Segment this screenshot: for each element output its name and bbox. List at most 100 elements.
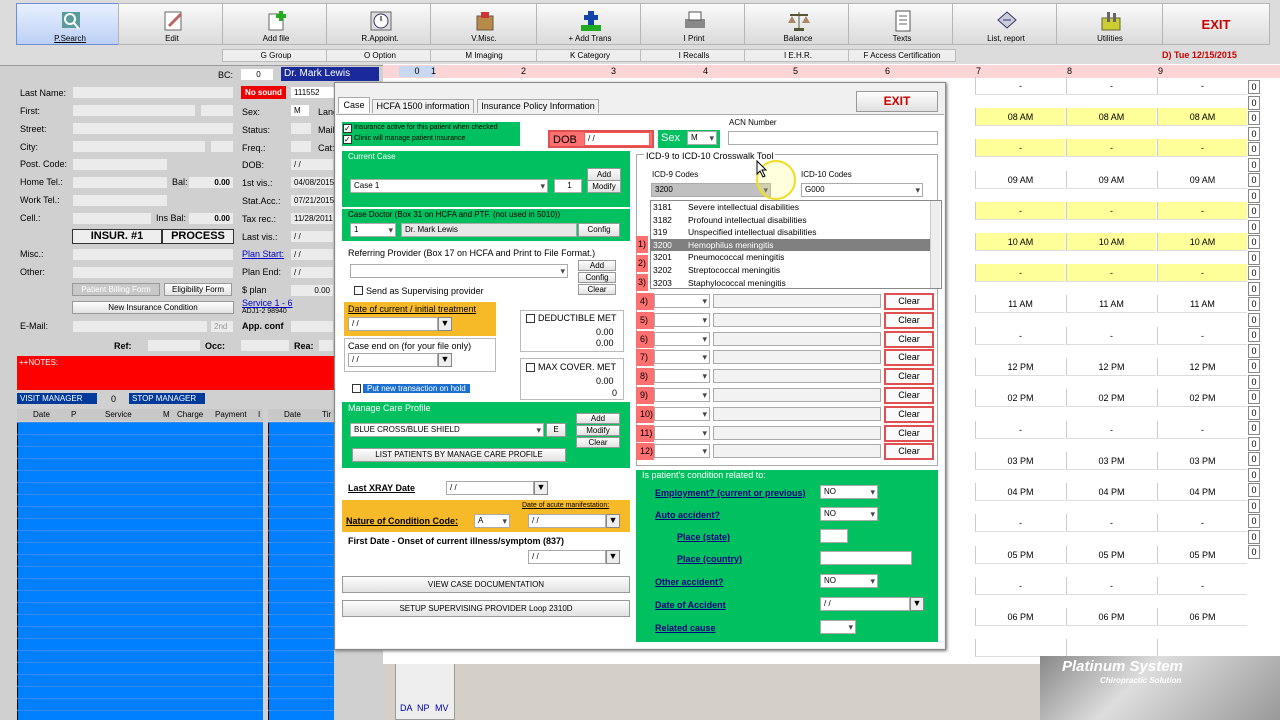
diagnosis-clear-button[interactable]: Clear xyxy=(884,330,934,348)
case-dropdown[interactable]: Case 1 xyxy=(350,179,548,193)
texts-button[interactable]: Texts xyxy=(848,3,956,45)
recalls-button[interactable]: I Recalls xyxy=(640,49,748,62)
utilities-button[interactable]: Utilities xyxy=(1056,3,1164,45)
tax-rec-field[interactable]: 11/28/2011 xyxy=(290,212,334,225)
tag-da[interactable]: DA xyxy=(400,703,413,713)
date-accident-label[interactable]: Date of Accident xyxy=(655,600,726,610)
schedule-slot[interactable]: 02 PM xyxy=(975,389,1065,407)
schedule-slot[interactable]: - xyxy=(975,577,1065,595)
schedule-slot[interactable]: 03 PM xyxy=(1157,452,1247,470)
schedule-slot[interactable]: 02 PM xyxy=(1157,389,1247,407)
post-code-field[interactable] xyxy=(72,158,168,171)
diagnosis-clear-button[interactable]: Clear xyxy=(884,405,934,423)
diagnosis-code-dropdown[interactable] xyxy=(654,331,710,346)
column-header-2[interactable]: 2 xyxy=(521,66,526,76)
column-header-6[interactable]: 6 xyxy=(885,66,890,76)
misc-button[interactable]: V.Misc. xyxy=(430,3,538,45)
tag-np[interactable]: NP xyxy=(417,703,430,713)
schedule-slot[interactable]: - xyxy=(1157,264,1247,282)
acn-field[interactable] xyxy=(728,131,938,145)
schedule-slot[interactable]: 09 AM xyxy=(1066,171,1156,189)
bc-field[interactable]: 0 xyxy=(240,68,274,81)
diagnosis-clear-button[interactable]: Clear xyxy=(884,311,934,329)
diagnosis-description-field[interactable] xyxy=(713,425,881,440)
ref-field[interactable] xyxy=(147,339,201,352)
employment-label[interactable]: Employment? (current or previous) xyxy=(655,488,806,498)
schedule-slot[interactable]: - xyxy=(975,264,1065,282)
schedule-slot[interactable]: 09 AM xyxy=(1157,171,1247,189)
imaging-button[interactable]: M Imaging xyxy=(430,49,538,62)
plan-start-link[interactable]: Plan Start: xyxy=(242,249,284,259)
diagnosis-code-dropdown[interactable] xyxy=(654,388,710,402)
street-field[interactable] xyxy=(72,122,234,135)
diagnosis-code-dropdown[interactable] xyxy=(654,369,710,384)
icd10-dropdown[interactable]: G000 xyxy=(801,183,923,197)
deductible-checkbox[interactable] xyxy=(526,314,535,323)
schedule-slot[interactable]: - xyxy=(1066,421,1156,439)
manage-care-clear-button[interactable]: Clear xyxy=(576,437,620,448)
tab-hcfa-1500[interactable]: HCFA 1500 information xyxy=(372,99,474,113)
diagnosis-code-dropdown[interactable] xyxy=(654,444,710,459)
schedule-slot[interactable]: - xyxy=(975,139,1065,157)
schedule-slot[interactable]: 04 PM xyxy=(975,483,1065,501)
diagnosis-code-dropdown[interactable] xyxy=(654,312,710,327)
ehr-button[interactable]: I E.H.R. xyxy=(744,49,852,62)
stop-manager-button[interactable]: STOP MANAGER xyxy=(129,393,205,404)
option-button[interactable]: O Option xyxy=(326,49,434,62)
icd9-option[interactable]: 3203 Staphylococcal meningitis xyxy=(650,277,940,290)
icd9-dropdown[interactable]: 3200 xyxy=(651,183,771,197)
schedule-slot[interactable]: 03 PM xyxy=(1066,452,1156,470)
visit-table-body[interactable] xyxy=(17,422,263,720)
last-xray-picker-icon[interactable]: ▼ xyxy=(534,481,548,495)
initial-field[interactable] xyxy=(200,104,234,117)
schedule-slot[interactable]: 11 AM xyxy=(1157,295,1247,313)
auto-accident-dropdown[interactable]: NO xyxy=(820,507,878,521)
cell-field[interactable] xyxy=(72,212,152,225)
schedule-slot[interactable] xyxy=(975,639,1065,657)
schedule-slot[interactable]: 12 PM xyxy=(975,358,1065,376)
second-table-body[interactable] xyxy=(268,422,334,720)
diagnosis-description-field[interactable] xyxy=(713,388,881,402)
last-visit-field[interactable]: / / xyxy=(290,230,334,243)
home-tel-field[interactable] xyxy=(72,176,168,189)
icd9-option[interactable]: 319 Unspecified intellectual disabilities xyxy=(650,226,940,239)
city-field[interactable] xyxy=(72,140,206,153)
column-header-3[interactable]: 3 xyxy=(611,66,616,76)
referring-add-button[interactable]: Add xyxy=(578,260,616,271)
column-header-9[interactable]: 9 xyxy=(1158,66,1163,76)
diagnosis-description-field[interactable] xyxy=(713,369,881,384)
dialog-dob-field[interactable]: / / xyxy=(584,132,650,146)
manage-care-dropdown[interactable]: BLUE CROSS/BLUE SHIELD xyxy=(350,423,544,437)
first-visit-field[interactable]: 04/08/2015 xyxy=(290,176,334,189)
schedule-slot[interactable]: 12 PM xyxy=(1066,358,1156,376)
patient-billing-form-button[interactable]: Patient Billing Form xyxy=(72,283,160,296)
tab-insurance-policy[interactable]: Insurance Policy Information xyxy=(477,99,599,113)
case-end-picker-icon[interactable]: ▼ xyxy=(438,353,452,367)
manage-care-add-button[interactable]: Add xyxy=(576,413,620,424)
edit-button[interactable]: Edit xyxy=(118,3,226,45)
schedule-slot[interactable]: - xyxy=(1066,327,1156,345)
occ-field[interactable] xyxy=(240,339,290,352)
sound-toggle[interactable]: No sound xyxy=(241,86,286,99)
schedule-slot[interactable]: - xyxy=(975,77,1065,95)
case-end-field[interactable]: / / xyxy=(348,353,438,367)
schedule-slot[interactable]: - xyxy=(1066,264,1156,282)
acute-picker-icon[interactable]: ▼ xyxy=(606,514,620,528)
notes-area[interactable]: ++NOTES: xyxy=(17,356,335,390)
first-date-picker-icon[interactable]: ▼ xyxy=(606,550,620,564)
first-date-field[interactable]: / / xyxy=(528,550,606,564)
add-file-button[interactable]: Add file xyxy=(222,3,330,45)
schedule-slot[interactable]: - xyxy=(1157,421,1247,439)
other-accident-label[interactable]: Other accident? xyxy=(655,577,724,587)
clinic-manage-checkbox[interactable]: ✓ xyxy=(343,135,352,144)
diagnosis-description-field[interactable] xyxy=(713,312,881,327)
stat-acc-field[interactable]: 07/21/2015 xyxy=(290,194,334,207)
schedule-slot[interactable]: 05 PM xyxy=(1157,546,1247,564)
freq-field[interactable] xyxy=(290,140,312,153)
exit-button[interactable]: EXIT xyxy=(1162,3,1270,45)
diagnosis-clear-button[interactable]: Clear xyxy=(884,349,934,367)
schedule-slot[interactable]: 04 PM xyxy=(1066,483,1156,501)
manage-care-modify-button[interactable]: Modify xyxy=(576,425,620,436)
date-current-picker-icon[interactable]: ▼ xyxy=(438,317,452,331)
diagnosis-code-dropdown[interactable] xyxy=(654,406,710,421)
